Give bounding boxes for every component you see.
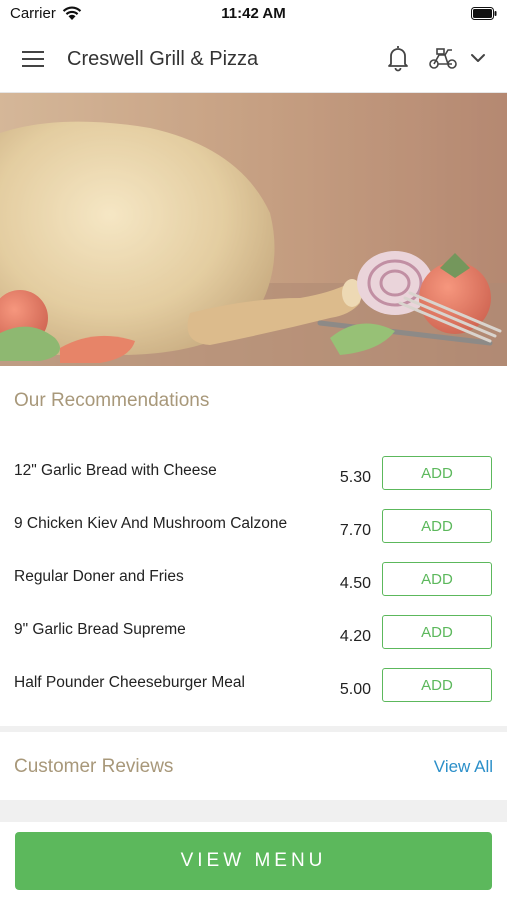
recommendation-item: 9" Garlic Bread Supreme 4.20 ADD (0, 615, 507, 668)
item-price: 4.20 (339, 628, 371, 645)
roast-chicken-illustration (0, 93, 507, 366)
recommendation-item: 9 Chicken Kiev And Mushroom Calzone 7.70… (0, 509, 507, 562)
section-divider (0, 800, 507, 822)
status-time: 11:42 AM (221, 5, 286, 22)
reviews-heading: Customer Reviews (14, 756, 174, 777)
view-menu-button[interactable]: VIEW MENU (15, 832, 492, 890)
add-button[interactable]: ADD (382, 509, 492, 543)
add-button[interactable]: ADD (382, 668, 492, 702)
add-button[interactable]: ADD (382, 562, 492, 596)
item-price: 5.30 (339, 469, 371, 486)
delivery-icon[interactable] (428, 46, 458, 70)
nav-bar: Creswell Grill & Pizza (0, 28, 507, 93)
item-price: 4.50 (339, 575, 371, 592)
recommendation-item: Regular Doner and Fries 4.50 ADD (0, 562, 507, 615)
restaurant-title: Creswell Grill & Pizza (67, 48, 259, 70)
add-button[interactable]: ADD (382, 456, 492, 490)
item-name: 9" Garlic Bread Supreme (14, 621, 186, 638)
recommendations-section: Our Recommendations 12" Garlic Bread wit… (0, 366, 507, 726)
bell-icon[interactable] (386, 44, 410, 72)
item-name: 12" Garlic Bread with Cheese (14, 462, 217, 479)
battery-icon (471, 7, 497, 20)
item-name: 9 Chicken Kiev And Mushroom Calzone (14, 515, 288, 532)
recommendation-item: Half Pounder Cheeseburger Meal 5.00 ADD (0, 668, 507, 721)
item-price: 7.70 (339, 522, 371, 539)
add-button[interactable]: ADD (382, 615, 492, 649)
hero-image (0, 93, 507, 366)
menu-icon[interactable] (22, 49, 46, 69)
customer-reviews-section: Customer Reviews View All (0, 732, 507, 800)
status-bar: Carrier 11:42 AM (0, 0, 507, 28)
view-all-link[interactable]: View All (434, 757, 493, 777)
recommendation-item: 12" Garlic Bread with Cheese 5.30 ADD (0, 456, 507, 509)
item-name: Half Pounder Cheeseburger Meal (14, 674, 245, 691)
recommendations-heading: Our Recommendations (14, 390, 210, 411)
item-name: Regular Doner and Fries (14, 568, 184, 585)
item-price: 5.00 (339, 681, 371, 698)
chevron-down-icon[interactable] (470, 51, 486, 65)
